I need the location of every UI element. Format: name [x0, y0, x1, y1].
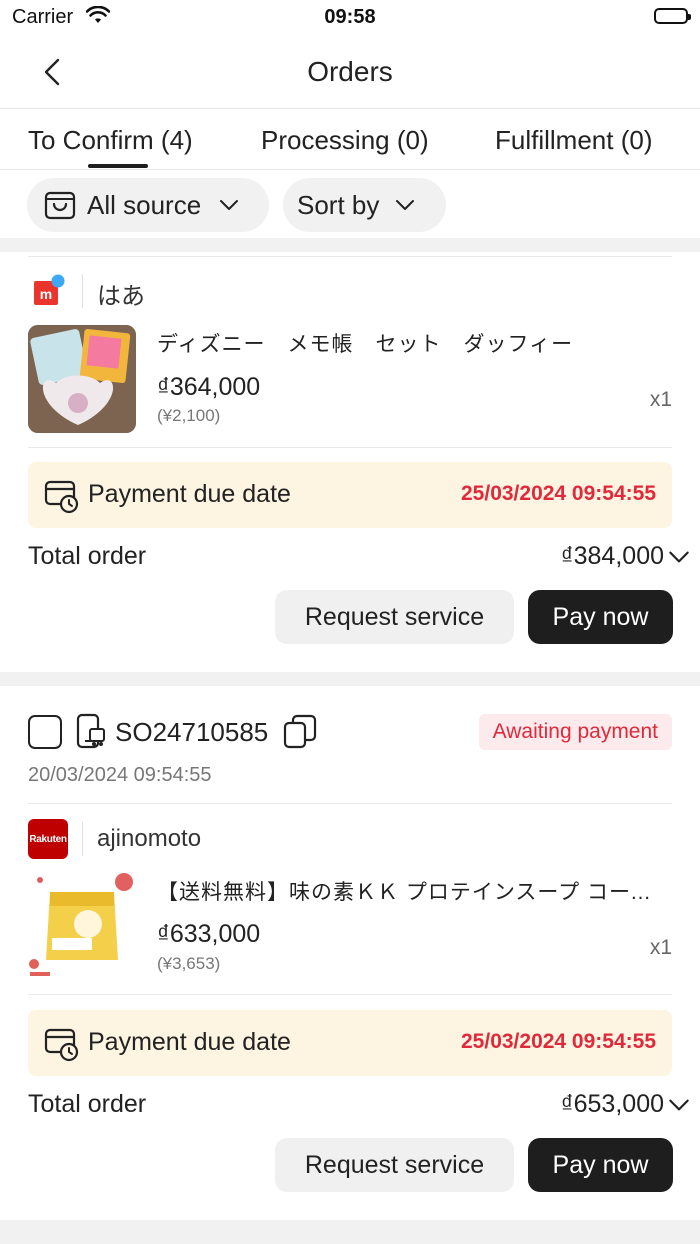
- chevron-down-icon: [220, 200, 239, 210]
- order-tabs: To Confirm (4) Processing (0) Fulfillmen…: [0, 109, 700, 170]
- payment-due-label: Payment due date: [88, 1028, 291, 1056]
- order-card: SO24710585 20/03/2024 09:54:55 Awaiting …: [0, 686, 700, 1220]
- total-order-amount[interactable]: ₫384,000: [561, 542, 664, 571]
- order-timestamp: 20/03/2024 09:54:55: [28, 764, 212, 786]
- payment-due-date: 25/03/2024 09:54:55: [461, 482, 656, 505]
- product-price-yen: (¥2,100): [157, 406, 221, 425]
- product-price-yen: (¥3,653): [157, 954, 221, 973]
- sort-label: Sort by: [297, 189, 380, 220]
- mobile-order-icon: [76, 713, 105, 749]
- request-service-button[interactable]: Request service: [275, 1138, 514, 1192]
- svg-text:m: m: [40, 286, 52, 302]
- total-order-amount[interactable]: ₫653,000: [561, 1090, 664, 1119]
- tab-fulfillment[interactable]: Fulfillment (0): [495, 125, 652, 156]
- payment-due-banner: Payment due date 25/03/2024 09:54:55: [28, 1010, 672, 1076]
- divider: [28, 447, 672, 448]
- section-separator: [0, 672, 700, 686]
- chevron-down-icon[interactable]: [666, 544, 692, 570]
- mercari-icon: m: [28, 271, 68, 311]
- active-tab-indicator: [88, 164, 148, 168]
- pay-now-button[interactable]: Pay now: [528, 590, 673, 644]
- source-filter-label: All source: [87, 189, 202, 220]
- divider: [82, 274, 83, 308]
- product-price: ₫364,000: [157, 373, 261, 401]
- payment-clock-icon: [44, 1028, 79, 1062]
- rakuten-logo-text: Rakuten: [29, 833, 67, 845]
- product-quantity: x1: [649, 388, 672, 411]
- total-order-label: Total order: [28, 542, 147, 570]
- divider: [82, 822, 83, 856]
- order-select-checkbox[interactable]: [28, 715, 62, 749]
- total-order-label: Total order: [28, 1090, 147, 1118]
- order-id: SO24710585: [115, 717, 269, 747]
- copy-icon[interactable]: [283, 714, 317, 750]
- divider: [28, 256, 672, 257]
- divider: [28, 803, 672, 804]
- sort-button[interactable]: Sort by: [283, 178, 446, 232]
- product-quantity: x1: [649, 936, 672, 959]
- product-image[interactable]: [28, 325, 136, 433]
- status-badge: Awaiting payment: [478, 714, 672, 750]
- rakuten-logo: Rakuten: [28, 819, 68, 859]
- store-name[interactable]: ajinomoto: [97, 825, 201, 853]
- payment-clock-icon: [44, 480, 79, 514]
- payment-due-label: Payment due date: [88, 480, 291, 508]
- shopping-bag-icon: [44, 191, 76, 220]
- product-price: ₫633,000: [157, 920, 261, 948]
- source-filter-button[interactable]: All source: [27, 178, 269, 232]
- order-card: m はあ ディズニー メモ帳 セット ダッフィー ₫364,000 (¥2,10…: [0, 252, 700, 672]
- pay-now-button[interactable]: Pay now: [528, 1138, 673, 1192]
- payment-due-banner: Payment due date 25/03/2024 09:54:55: [28, 462, 672, 528]
- product-name[interactable]: 【送料無料】味の素ＫＫ プロテインスープ コーンクリーム: [157, 876, 662, 906]
- tab-processing[interactable]: Processing (0): [261, 125, 429, 156]
- payment-due-date: 25/03/2024 09:54:55: [461, 1030, 656, 1053]
- tab-to-confirm[interactable]: To Confirm (4): [28, 125, 193, 156]
- section-separator: [0, 1220, 700, 1244]
- page-title: Orders: [307, 56, 393, 87]
- divider: [28, 994, 672, 995]
- product-image[interactable]: [28, 872, 136, 980]
- battery-icon: [654, 8, 691, 24]
- filter-bar: All source Sort by: [0, 170, 700, 238]
- status-bar: Carrier 09:58: [0, 0, 700, 36]
- request-service-button[interactable]: Request service: [275, 590, 514, 644]
- store-name[interactable]: はあ: [97, 276, 145, 311]
- chevron-down-icon[interactable]: [666, 1092, 692, 1118]
- product-name[interactable]: ディズニー メモ帳 セット ダッフィー: [157, 328, 662, 358]
- nav-bar: Orders: [0, 36, 700, 109]
- clock: 09:58: [324, 6, 376, 28]
- section-separator: [0, 238, 700, 252]
- chevron-down-icon: [396, 200, 415, 210]
